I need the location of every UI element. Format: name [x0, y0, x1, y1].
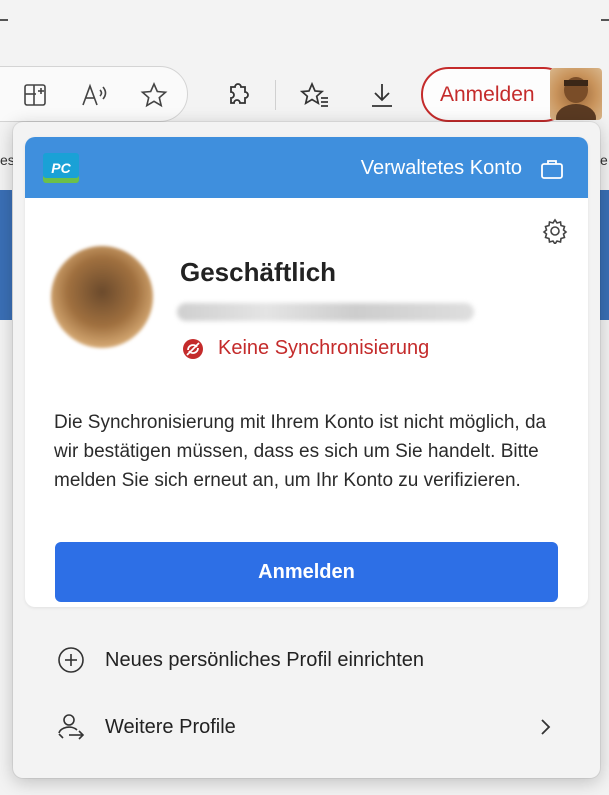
signin-button-label: Anmelden [258, 560, 355, 583]
sync-status-label: Keine Synchronisierung [218, 337, 430, 359]
avatar-image [556, 77, 596, 120]
download-icon[interactable] [365, 78, 399, 112]
background-page-content [0, 190, 12, 320]
profile-email-redacted [177, 303, 474, 321]
toolbar-separator [275, 80, 276, 110]
sync-error-icon [183, 338, 203, 359]
profile-signin-label: Anmelden [440, 82, 535, 106]
browser-window: Anmelden es e PC Verwaltetes Konto Gesch… [0, 0, 609, 795]
profile-flyout: PC Verwaltetes Konto Geschäftlich Keine … [13, 122, 600, 778]
new-personal-profile-item[interactable]: Neues persönliches Profil einrichten [13, 632, 600, 688]
sync-status: Keine Synchronisierung [182, 337, 429, 360]
switch-profile-icon [55, 711, 87, 743]
background-edge-text: e [600, 152, 608, 168]
profile-avatar-button[interactable] [550, 68, 602, 120]
profile-card: PC Verwaltetes Konto Geschäftlich Keine … [25, 137, 588, 607]
more-profiles-item[interactable]: Weitere Profile [13, 699, 600, 755]
window-edge-mark [601, 19, 609, 21]
chevron-right-icon [541, 719, 551, 735]
title-bar [0, 0, 609, 56]
read-aloud-icon[interactable] [78, 78, 112, 112]
add-circle-icon [55, 644, 87, 676]
profile-signin-button[interactable]: Anmelden [421, 67, 571, 122]
add-tab-icon[interactable] [18, 78, 52, 112]
profile-settings-gear-icon[interactable] [542, 218, 568, 244]
favorites-list-icon[interactable] [298, 78, 332, 112]
briefcase-icon [541, 160, 563, 179]
profile-name: Geschäftlich [180, 257, 337, 287]
sync-description: Die Synchronisierung mit Ihrem Konto ist… [54, 412, 547, 491]
window-edge-mark [0, 19, 8, 21]
more-profiles-label: Weitere Profile [105, 715, 236, 738]
organization-logo-text: PC [51, 160, 71, 176]
favorite-star-icon[interactable] [137, 78, 171, 112]
signin-button[interactable]: Anmelden [55, 542, 558, 602]
extensions-icon[interactable] [220, 78, 254, 112]
new-personal-profile-label: Neues persönliches Profil einrichten [105, 648, 425, 671]
managed-account-label: Verwaltetes Konto [360, 157, 522, 179]
organization-logo: PC [43, 153, 79, 183]
profile-avatar [51, 246, 153, 348]
managed-account-header: PC Verwaltetes Konto [25, 137, 588, 198]
